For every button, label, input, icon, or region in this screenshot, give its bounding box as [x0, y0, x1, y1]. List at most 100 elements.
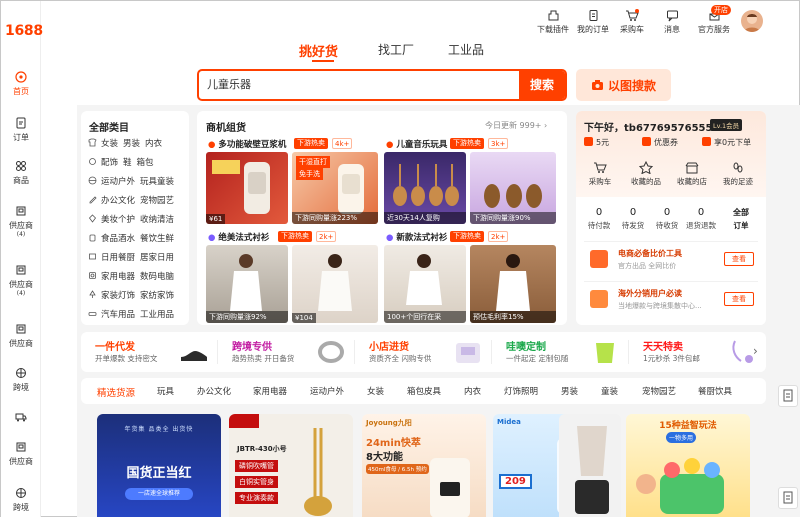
search-button[interactable]: 搜索 [519, 71, 565, 99]
group-card[interactable]: ● 儿童音乐玩具 下游热卖 3k+ 近30天14人复购 下游同购量涨90% [384, 138, 558, 238]
category-link[interactable]: 鞋 [123, 158, 132, 168]
category-link[interactable]: 日用餐厨 [101, 253, 135, 263]
search-input[interactable] [207, 71, 507, 99]
product-card[interactable]: JBTR-430小号 磷铜吹嘴管 白铜实管身 专业演奏款 [229, 414, 353, 517]
search-tab-factory[interactable]: 找工厂 [378, 41, 414, 58]
sidebar-item-cross-border-1[interactable]: 跨境 [1, 367, 41, 393]
tab-lighting[interactable]: 灯饰照明 [504, 385, 538, 397]
tab-outdoor[interactable]: 运动户外 [310, 385, 344, 397]
category-link[interactable]: 汽车用品 [101, 310, 135, 320]
category-link[interactable]: 家用电器 [101, 272, 135, 282]
promo-title: 海外分销用户必读 [618, 289, 682, 298]
promo-view-button[interactable]: 查看 [724, 292, 754, 306]
topbar-download-plugin[interactable]: 下载插件 [537, 9, 569, 35]
group-card[interactable]: ● 绝美法式衬衫 下游热卖 2k+ 下游同购量涨92% ¥104 [206, 231, 380, 331]
float-feedback-button[interactable] [778, 385, 798, 407]
topbar-cart[interactable]: 采购车 [620, 9, 644, 35]
groups-update-link[interactable]: 今日更新 999+ › [485, 120, 547, 131]
user-stat-balance[interactable]: 5元 [584, 137, 609, 148]
chevron-right-icon[interactable]: › [753, 344, 758, 358]
tool-cart[interactable]: 采购车 [578, 161, 622, 187]
category-link[interactable]: 配饰 [101, 158, 118, 168]
tab-toys[interactable]: 玩具 [157, 385, 174, 397]
tab-pets[interactable]: 宠物园艺 [642, 385, 676, 397]
tool-favorite-products[interactable]: 收藏的品 [624, 161, 668, 187]
trumpet-image [304, 428, 332, 516]
user-stat-coupons[interactable]: 优惠券 [642, 137, 678, 148]
category-link[interactable]: 男装 [123, 139, 140, 149]
category-link[interactable]: 家纺家饰 [140, 291, 174, 301]
category-link[interactable]: 餐饮生鲜 [140, 234, 174, 244]
sidebar-item-home[interactable]: 首页 [1, 71, 41, 97]
accessory-icon [89, 158, 96, 165]
order-status-to-receive[interactable]: 0 待收货 [650, 207, 684, 231]
avatar[interactable] [741, 10, 763, 32]
group-card[interactable]: ● 新款法式衬衫 下游热卖 2k+ 100+个回行在采 预估毛利率15% [384, 231, 558, 331]
group-card[interactable]: ● 多功能破壁豆浆机 下游热卖 4k+ ¥61 干湿直打 免手洗 下游同购量涨2… [206, 138, 380, 238]
service-daily-deals[interactable]: 天天特卖 1元秒杀 3件包邮 [629, 332, 765, 372]
open-store-badge[interactable]: 开店 [711, 5, 731, 15]
category-link[interactable]: 玩具童装 [140, 177, 174, 187]
sidebar-item-supplier-2[interactable]: 供应商 (4) [1, 264, 41, 297]
tab-kids[interactable]: 童装 [601, 385, 618, 397]
order-status-all[interactable]: 全部 订单 [724, 207, 758, 231]
topbar-messages[interactable]: 消息 [664, 9, 680, 35]
service-crossborder[interactable]: 跨境专供 趋势热卖 开日备货 [218, 332, 354, 372]
search-tab-industrial[interactable]: 工业品 [448, 41, 484, 58]
float-note-button[interactable] [778, 487, 798, 509]
category-link[interactable]: 运动户外 [101, 177, 135, 187]
tab-appliances[interactable]: 家用电器 [253, 385, 287, 397]
promo-view-button[interactable]: 查看 [724, 252, 754, 266]
hot-tag: 下游热卖 [450, 231, 484, 242]
service-small-store[interactable]: 小店进货 资质齐全 闪购专供 [355, 332, 491, 372]
order-status-to-ship[interactable]: 0 待发货 [616, 207, 650, 231]
tab-kitchen[interactable]: 餐厨饮具 [698, 385, 732, 397]
category-link[interactable]: 家装灯饰 [101, 291, 135, 301]
tool-favorite-stores[interactable]: 收藏的店 [670, 161, 714, 187]
category-link[interactable]: 箱包 [137, 158, 154, 168]
product-title: 15种益智玩法 [659, 421, 717, 431]
tool-footprints[interactable]: 我的足迹 [716, 161, 760, 187]
cup-image [596, 343, 614, 363]
category-link[interactable]: 美妆个护 [101, 215, 135, 225]
tab-women[interactable]: 女装 [367, 385, 384, 397]
product-card[interactable] [559, 414, 621, 517]
service-custom[interactable]: 哇噢定制 一件起定 定制包随 [492, 332, 628, 372]
brand-logo[interactable]: 1688 [5, 23, 43, 39]
category-link[interactable]: 宠物园艺 [140, 196, 174, 206]
order-status-unpaid[interactable]: 0 待付款 [582, 207, 616, 231]
user-stat-zero-order[interactable]: 享0元下单 [702, 137, 751, 148]
product-card[interactable]: 15种益智玩法 一物多用 [626, 414, 750, 517]
category-link[interactable]: 内衣 [145, 139, 162, 149]
toy-image [636, 458, 724, 514]
tab-underwear[interactable]: 内衣 [464, 385, 481, 397]
category-link[interactable]: 女装 [101, 139, 118, 149]
product-card[interactable]: Joyoung九阳 24min快萃 8大功能 450ml食母 / 6.5h 预约 [362, 414, 486, 517]
category-link[interactable]: 办公文化 [101, 196, 135, 206]
tab-office[interactable]: 办公文化 [197, 385, 231, 397]
category-link[interactable]: 工业用品 [140, 310, 174, 320]
category-link[interactable]: 食品酒水 [101, 234, 135, 244]
service-dropship[interactable]: 一件代发 开单爆款 支持密文 [81, 332, 217, 372]
tab-featured[interactable]: 精选货源 [97, 385, 135, 399]
sidebar-item-orders[interactable]: 订单 [1, 117, 41, 143]
category-link[interactable]: 居家日用 [140, 253, 174, 263]
product-card[interactable]: 年货集 品类全 出货快 国货正当红 一店速全球推荐 [97, 414, 221, 517]
member-level-badge[interactable]: Lv.1会员 [710, 119, 743, 131]
sidebar-item-supplier-4[interactable]: 供应商 [1, 441, 41, 467]
category-link[interactable]: 收纳清洁 [140, 215, 174, 225]
category-link[interactable]: 数码电脑 [140, 272, 174, 282]
tab-men[interactable]: 男装 [561, 385, 578, 397]
image-search-button[interactable]: 以图搜款 [576, 69, 671, 101]
sidebar-item-supplier-1[interactable]: 供应商 (4) [1, 205, 41, 238]
sidebar-item-cross-border-2[interactable]: 跨境 [1, 487, 41, 513]
sidebar-item-products[interactable]: 商品 [1, 160, 41, 186]
sidebar-item-supplier-3[interactable]: 供应商 [1, 323, 41, 349]
search-tab-goods[interactable]: 挑好货 [299, 41, 338, 60]
topbar-my-orders[interactable]: 我的订单 [577, 9, 609, 35]
promo-price-tool[interactable]: 电商必备比价工具 官方出品 全网比价 查看 [584, 241, 758, 277]
sidebar-item-logistics[interactable] [1, 411, 41, 426]
tab-bags[interactable]: 箱包皮具 [407, 385, 441, 397]
promo-overseas[interactable]: 海外分销用户必读 当地爆款与跨境集散中心... 查看 [584, 281, 758, 317]
order-status-refund[interactable]: 0 退货退款 [684, 207, 718, 231]
